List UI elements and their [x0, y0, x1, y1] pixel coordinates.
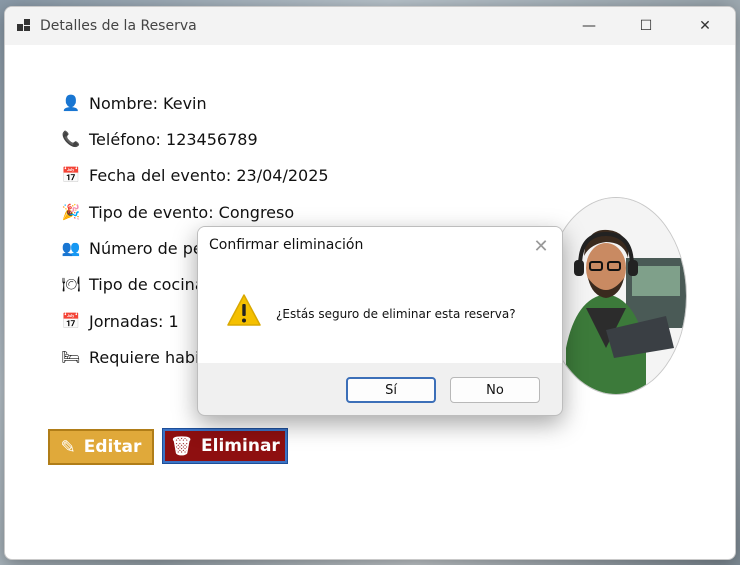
dish-icon: 🍽	[61, 275, 81, 293]
person-icon: 👤	[61, 94, 81, 112]
maximize-button[interactable]: ☐	[620, 7, 672, 45]
warning-icon	[227, 294, 261, 326]
dialog-title-bar: Confirmar eliminación ✕	[198, 227, 562, 265]
pencil-icon: ✎	[60, 436, 76, 458]
title-bar: Detalles de la Reserva — ☐ ✕	[5, 7, 735, 45]
calendar-icon: 📅	[61, 166, 81, 184]
detail-text: Fecha del evento: 23/04/2025	[89, 165, 329, 185]
detail-people: 👥 Número de pe	[61, 238, 203, 258]
detail-text: Requiere habit	[89, 347, 206, 367]
dialog-title: Confirmar eliminación	[209, 237, 364, 253]
dialog-message: ¿Estás seguro de eliminar esta reserva?	[276, 307, 516, 321]
detail-cuisine: 🍽 Tipo de cocina	[61, 274, 205, 294]
detail-text: Número de pe	[89, 238, 203, 258]
dialog-body: ¿Estás seguro de eliminar esta reserva?	[198, 265, 562, 363]
detail-name: 👤 Nombre: Kevin	[61, 93, 207, 113]
detail-date: 📅 Fecha del evento: 23/04/2025	[61, 165, 329, 185]
detail-text: Tipo de cocina	[89, 274, 205, 294]
calendar-icon: 📅	[61, 312, 81, 330]
edit-button-label: Editar	[83, 437, 142, 457]
detail-event-type: 🎉 Tipo de evento: Congreso	[61, 202, 294, 222]
app-icon	[17, 19, 31, 33]
delete-button-label: Eliminar	[201, 436, 280, 456]
detail-text: Teléfono: 123456789	[89, 129, 258, 149]
detail-text: Tipo de evento: Congreso	[89, 202, 295, 222]
detail-text: Jornadas: 1	[89, 311, 179, 331]
people-icon: 👥	[61, 239, 81, 257]
minimize-button[interactable]: —	[563, 7, 615, 45]
avatar	[545, 197, 687, 395]
delete-button[interactable]: 🗑 Eliminar	[162, 428, 288, 464]
avatar-illustration	[546, 198, 686, 394]
yes-button[interactable]: Sí	[346, 377, 436, 403]
trash-icon: 🗑	[170, 435, 194, 457]
phone-icon: 📞	[61, 130, 81, 148]
no-button[interactable]: No	[450, 377, 540, 403]
dialog-close-button[interactable]: ✕	[526, 231, 556, 261]
bed-icon: 🛏	[61, 348, 81, 366]
edit-button[interactable]: ✎ Editar	[48, 429, 154, 465]
detail-room: 🛏 Requiere habit	[61, 347, 206, 367]
confirm-delete-dialog: Confirmar eliminación ✕ ¿Estás seguro de…	[197, 226, 563, 416]
close-button[interactable]: ✕	[679, 7, 731, 45]
window-title: Detalles de la Reserva	[40, 18, 197, 34]
confetti-icon: 🎉	[61, 203, 81, 221]
detail-text: Nombre: Kevin	[89, 93, 207, 113]
detail-phone: 📞 Teléfono: 123456789	[61, 129, 258, 149]
detail-days: 📅 Jornadas: 1	[61, 311, 179, 331]
